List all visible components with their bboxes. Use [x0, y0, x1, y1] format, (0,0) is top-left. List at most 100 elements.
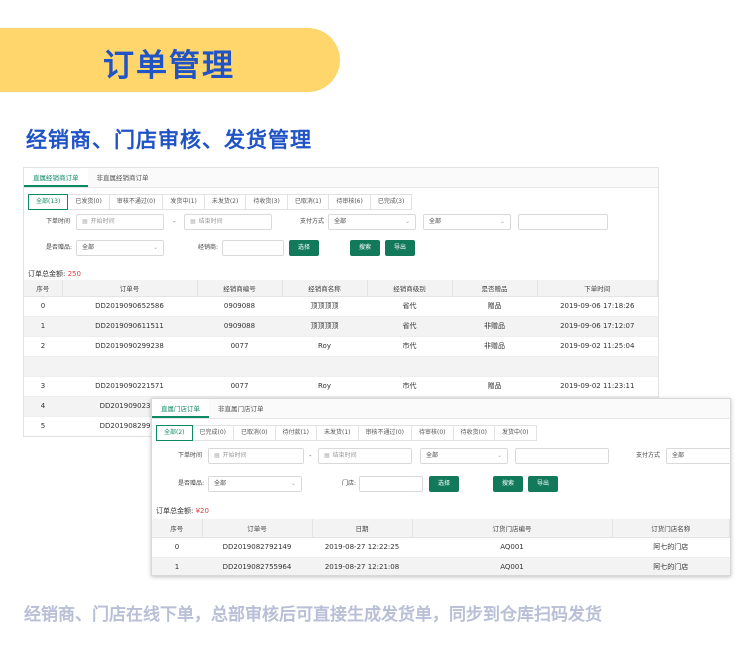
dealer-status-filter: 全部(13) 已发货(0) 审核不通过(0) 发货中(1) 未发货(2) 待收货…	[28, 194, 658, 210]
order-total-amount: ¥20	[195, 507, 209, 515]
range-separator: -	[309, 452, 312, 460]
pay-method-select[interactable]: 全部 ⌄	[328, 214, 416, 230]
choose-dealer-button[interactable]: 选择	[289, 240, 319, 256]
filter-text-input[interactable]	[515, 448, 609, 464]
column-header[interactable]: 经销商级别	[367, 280, 453, 297]
table-row[interactable]: 0 DD2019090652586 0909088 顶顶顶顶 省代 赠品 2019-09-0…	[24, 296, 658, 317]
filter-select-2[interactable]: 全部 ⌄	[423, 214, 511, 230]
status-shipped[interactable]: 已发货(0)	[67, 194, 110, 210]
start-time-input[interactable]: ▦ 开始时间	[208, 448, 304, 464]
status-completed[interactable]: 已完成(3)	[369, 194, 413, 210]
store-filter-row-2: 是否赠品: 全部 ⌄ 门店: 选择 搜索 导出	[152, 476, 730, 500]
search-button[interactable]: 搜索	[350, 240, 380, 256]
filter-select-1[interactable]: 全部 ⌄	[420, 448, 508, 464]
pay-method-label: 支付方式	[300, 218, 325, 225]
tab-direct-dealer-orders[interactable]: 直属经销商订单	[24, 168, 88, 187]
column-header[interactable]: 是否赠品	[452, 280, 538, 297]
table-row[interactable]: 0 DD2019082792149 2019-08-27 12:22:25 AQ001…	[152, 537, 730, 558]
column-header[interactable]: 订单号	[62, 280, 198, 297]
status-unshipped[interactable]: 未发货(1)	[316, 425, 359, 441]
table-row[interactable]: 2 DD2019090299238 0077 Roy 市代 非赠品 2019-09-02 1…	[24, 336, 658, 357]
section-subtitle: 经销商、门店审核、发货管理	[26, 128, 312, 152]
tab-indirect-store-orders[interactable]: 非直属门店订单	[209, 399, 273, 418]
status-pending-review[interactable]: 待审核(0)	[411, 425, 454, 441]
status-awaiting-payment[interactable]: 待付款(1)	[274, 425, 317, 441]
order-total: 订单总金额: 250	[28, 270, 81, 278]
table-row-spacer	[24, 356, 658, 377]
filter-text-input[interactable]	[518, 214, 608, 230]
chevron-down-icon: ⌄	[499, 218, 505, 225]
end-time-input[interactable]: ▦ 结束时间	[318, 448, 412, 464]
status-all[interactable]: 全部(13)	[28, 194, 69, 210]
store-orders-table: 序号 订单号 日期 订货门店编号 订货门店名称 0 DD2019082792149…	[152, 519, 730, 575]
pay-method-select[interactable]: 全部	[666, 448, 730, 464]
status-unshipped[interactable]: 未发货(2)	[203, 194, 247, 210]
store-orders-panel: 直属门店订单 非直属门店订单 全部(2) 已完成(0) 已取消(0) 待付款(1…	[151, 398, 731, 576]
page-title: 订单管理	[103, 48, 235, 84]
tab-direct-store-orders[interactable]: 直属门店订单	[152, 399, 209, 418]
export-button[interactable]: 导出	[385, 240, 415, 256]
calendar-icon: ▦	[324, 452, 330, 459]
order-time-label: 下单时间	[178, 452, 203, 459]
gift-label: 是否赠品:	[46, 244, 73, 251]
dealer-input[interactable]	[222, 240, 284, 256]
chevron-down-icon: ⌄	[152, 244, 158, 251]
dealer-filter-row-1: 下单时间 ▦ 开始时间 - ▦ 结束时间 支付方式 全部 ⌄ 全部 ⌄	[24, 214, 658, 238]
status-completed[interactable]: 已完成(0)	[191, 425, 234, 441]
table-row[interactable]: 1 DD2019082755964 2019-08-27 12:21:08 AQ001…	[152, 557, 730, 575]
column-header[interactable]: 订货门店编号	[412, 519, 613, 538]
column-header[interactable]: 经销商编号	[197, 280, 283, 297]
status-pending-review[interactable]: 待审核(6)	[328, 194, 371, 210]
order-total-amount: 250	[67, 270, 81, 278]
search-button[interactable]: 搜索	[493, 476, 523, 492]
column-header[interactable]: 订单号	[202, 519, 313, 538]
dealer-label: 经销商:	[198, 244, 219, 251]
calendar-icon: ▦	[82, 218, 88, 225]
store-status-filter: 全部(2) 已完成(0) 已取消(0) 待付款(1) 未发货(1) 审核不通过(…	[156, 425, 730, 441]
column-header[interactable]: 序号	[152, 519, 203, 538]
dealer-orders-panel: 直属经销商订单 非直属经销商订单 全部(13) 已发货(0) 审核不通过(0) …	[23, 167, 659, 437]
status-awaiting-receipt[interactable]: 待收货(3)	[245, 194, 288, 210]
calendar-icon: ▦	[190, 218, 196, 225]
chevron-down-icon: ⌄	[290, 480, 296, 487]
store-input[interactable]	[359, 476, 423, 492]
column-header[interactable]: 下单时间	[537, 280, 658, 297]
status-rejected[interactable]: 审核不通过(0)	[108, 194, 164, 210]
column-header[interactable]: 经销商名称	[282, 280, 368, 297]
calendar-icon: ▦	[214, 452, 220, 459]
footer-caption: 经销商、门店在线下单，总部审核后可直接生成发货单，同步到仓库扫码发货	[24, 605, 602, 625]
status-rejected[interactable]: 审核不通过(0)	[357, 425, 412, 441]
status-shipping[interactable]: 发货中(0)	[494, 425, 537, 441]
column-header[interactable]: 序号	[24, 280, 63, 297]
store-label: 门店:	[342, 480, 357, 487]
status-awaiting-receipt[interactable]: 待收货(0)	[452, 425, 495, 441]
table-header-row: 序号 订单号 日期 订货门店编号 订货门店名称	[152, 519, 730, 538]
end-time-input[interactable]: ▦ 结束时间	[184, 214, 272, 230]
status-all[interactable]: 全部(2)	[156, 425, 193, 441]
pay-method-label: 支付方式	[636, 452, 661, 459]
column-header[interactable]: 日期	[312, 519, 413, 538]
start-time-input[interactable]: ▦ 开始时间	[76, 214, 164, 230]
dealer-orders-tabs: 直属经销商订单 非直属经销商订单	[24, 168, 658, 188]
chevron-down-icon: ⌄	[404, 218, 410, 225]
status-cancelled[interactable]: 已取消(1)	[286, 194, 330, 210]
tab-indirect-dealer-orders[interactable]: 非直属经销商订单	[88, 168, 158, 187]
gift-select[interactable]: 全部 ⌄	[208, 476, 302, 492]
store-orders-tabs: 直属门店订单 非直属门店订单	[152, 399, 730, 419]
choose-store-button[interactable]: 选择	[429, 476, 459, 492]
table-row[interactable]: 3 DD2019090221571 0077 Roy 市代 赠品 2019-09-02 11…	[24, 376, 658, 397]
table-header-row: 序号 订单号 经销商编号 经销商名称 经销商级别 是否赠品 下单时间	[24, 280, 658, 297]
status-cancelled[interactable]: 已取消(0)	[233, 425, 276, 441]
range-separator: -	[173, 218, 176, 226]
gift-label: 是否赠品:	[178, 480, 205, 487]
header-banner: 订单管理	[0, 28, 340, 92]
order-time-label: 下单时间	[46, 218, 71, 225]
column-header[interactable]: 订货门店名称	[612, 519, 730, 538]
export-button[interactable]: 导出	[528, 476, 558, 492]
gift-select[interactable]: 全部 ⌄	[76, 240, 164, 256]
dealer-filter-row-2: 是否赠品: 全部 ⌄ 经销商: 选择 搜索 导出	[24, 240, 658, 264]
store-filter-row-1: 下单时间 ▦ 开始时间 - ▦ 结束时间 全部 ⌄ 支付方式 全部	[152, 448, 730, 472]
chevron-down-icon: ⌄	[496, 452, 502, 459]
status-shipping[interactable]: 发货中(1)	[162, 194, 205, 210]
table-row[interactable]: 1 DD2019090611511 0909088 顶顶顶顶 省代 非赠品 2019-09-…	[24, 316, 658, 337]
